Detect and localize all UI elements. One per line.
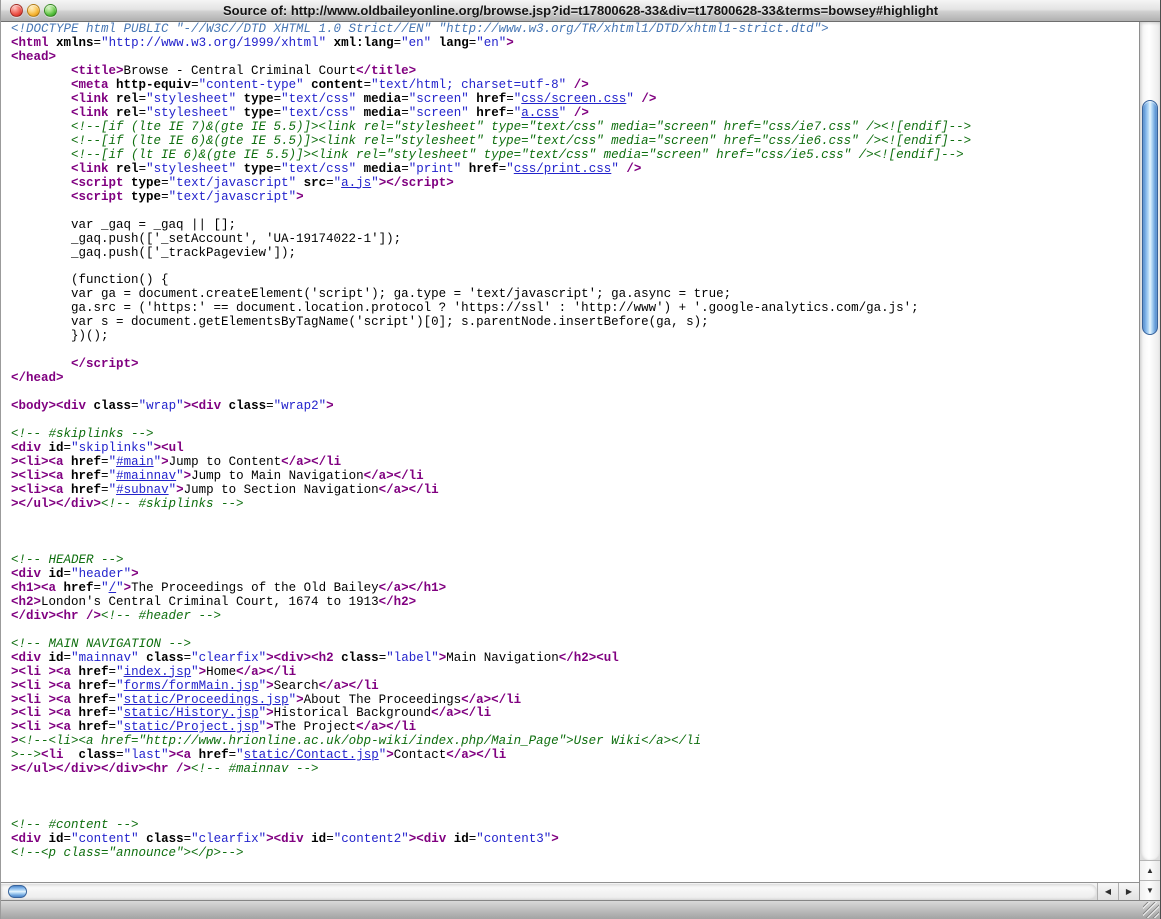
source-line: <link rel="stylesheet" type="text/css" m…: [11, 93, 1139, 107]
source-line: (function() {: [11, 274, 1139, 288]
arrow-down-icon: ▼: [1146, 886, 1154, 895]
source-line: [11, 205, 1139, 219]
source-line: ></ul></div><!-- #skiplinks -->: [11, 498, 1139, 512]
source-line: var s = document.getElementsByTagName('s…: [11, 316, 1139, 330]
close-button[interactable]: [10, 4, 23, 17]
source-line: var _gaq = _gaq || [];: [11, 219, 1139, 233]
source-line: })();: [11, 330, 1139, 344]
horizontal-scrollbar-track[interactable]: [1, 884, 1097, 899]
source-line: [11, 777, 1139, 791]
source-line: </head>: [11, 372, 1139, 386]
source-line: <script type="text/javascript">: [11, 191, 1139, 205]
source-line: <title>Browse - Central Criminal Court</…: [11, 65, 1139, 79]
minimize-button[interactable]: [27, 4, 40, 17]
source-line: [11, 791, 1139, 805]
source-line: <!--[if (lte IE 6)&(gte IE 5.5)]><link r…: [11, 135, 1139, 149]
scroll-left-button[interactable]: ◀: [1097, 883, 1118, 900]
source-line: <h1><a href="/">The Proceedings of the O…: [11, 582, 1139, 596]
source-line: <!DOCTYPE html PUBLIC "-//W3C//DTD XHTML…: [11, 23, 1139, 37]
source-line: <div id="skiplinks"><ul: [11, 442, 1139, 456]
source-line: _gaq.push(['_setAccount', 'UA-19174022-1…: [11, 233, 1139, 247]
scroll-right-button[interactable]: ▶: [1118, 883, 1139, 900]
source-line: [11, 805, 1139, 819]
source-line: <!--[if (lte IE 7)&(gte IE 5.5)]><link r…: [11, 121, 1139, 135]
source-link[interactable]: #subnav: [116, 483, 169, 497]
source-line: [11, 344, 1139, 358]
source-line: <link rel="stylesheet" type="text/css" m…: [11, 163, 1139, 177]
source-link[interactable]: css/screen.css: [521, 92, 626, 106]
source-line: <!--<p class="announce"></p>-->: [11, 847, 1139, 861]
arrow-left-icon: ◀: [1105, 887, 1111, 896]
source-line: </div><hr /><!-- #header -->: [11, 610, 1139, 624]
source-line: [11, 386, 1139, 400]
horizontal-scrollbar-thumb[interactable]: [8, 885, 27, 898]
source-line: [11, 512, 1139, 526]
source-line: ><li><a href="#mainnav">Jump to Main Nav…: [11, 470, 1139, 484]
vertical-scrollbar: ▲ ▼: [1139, 22, 1160, 900]
source-line: <!-- #content -->: [11, 819, 1139, 833]
source-line: ><li ><a href="forms/formMain.jsp">Searc…: [11, 680, 1139, 694]
scroll-up-button[interactable]: ▲: [1140, 860, 1160, 880]
source-line: <html xmlns="http://www.w3.org/1999/xhtm…: [11, 37, 1139, 51]
source-line: var ga = document.createElement('script'…: [11, 288, 1139, 302]
arrow-right-icon: ▶: [1126, 887, 1132, 896]
window-controls: [10, 4, 57, 17]
horizontal-scrollbar: ◀ ▶: [1, 882, 1139, 900]
source-line: [11, 624, 1139, 638]
source-line: <!--[if (lt IE 6)&(gte IE 5.5)]><link re…: [11, 149, 1139, 163]
window-title: Source of: http://www.oldbaileyonline.or…: [1, 3, 1160, 18]
source-line: [11, 414, 1139, 428]
source-line: </script>: [11, 358, 1139, 372]
source-link[interactable]: #main: [116, 455, 154, 469]
source-line: ></ul></div></div><hr /><!-- #mainnav --…: [11, 763, 1139, 777]
source-line: _gaq.push(['_trackPageview']);: [11, 247, 1139, 261]
source-line: [11, 260, 1139, 274]
source-link[interactable]: a.css: [521, 106, 559, 120]
source-line: <meta http-equiv="content-type" content=…: [11, 79, 1139, 93]
scroll-down-button[interactable]: ▼: [1140, 880, 1160, 900]
source-line: <head>: [11, 51, 1139, 65]
source-line: <div id="content" class="clearfix"><div …: [11, 833, 1139, 847]
source-line: [11, 540, 1139, 554]
source-link[interactable]: static/Contact.jsp: [244, 748, 379, 762]
vertical-scrollbar-thumb[interactable]: [1142, 100, 1158, 335]
source-link[interactable]: static/History.jsp: [124, 706, 259, 720]
source-link[interactable]: forms/formMain.jsp: [124, 679, 259, 693]
source-line: <!-- #skiplinks -->: [11, 428, 1139, 442]
source-code: <!DOCTYPE html PUBLIC "-//W3C//DTD XHTML…: [1, 22, 1139, 882]
source-line: <div id="mainnav" class="clearfix"><div>…: [11, 652, 1139, 666]
source-line: <!-- MAIN NAVIGATION -->: [11, 638, 1139, 652]
source-link[interactable]: a.js: [341, 176, 371, 190]
source-line: [11, 526, 1139, 540]
source-line: ><li ><a href="static/Project.jsp">The P…: [11, 721, 1139, 735]
source-line: ><li><a href="#main">Jump to Content</a>…: [11, 456, 1139, 470]
source-link[interactable]: index.jsp: [124, 665, 192, 679]
source-link[interactable]: #mainnav: [116, 469, 176, 483]
status-bar: [1, 900, 1160, 919]
source-link[interactable]: /: [109, 581, 117, 595]
view-source-window: Source of: http://www.oldbaileyonline.or…: [0, 0, 1161, 919]
arrow-up-icon: ▲: [1146, 866, 1154, 875]
source-line: <h2>London's Central Criminal Court, 167…: [11, 596, 1139, 610]
source-line: ><li ><a href="static/History.jsp">Histo…: [11, 707, 1139, 721]
source-line: ><!--<li><a href="http://www.hrionline.a…: [11, 735, 1139, 749]
zoom-button[interactable]: [44, 4, 57, 17]
resize-grip-icon[interactable]: [1143, 902, 1159, 918]
source-line: <body><div class="wrap"><div class="wrap…: [11, 400, 1139, 414]
vertical-scrollbar-track[interactable]: [1140, 22, 1160, 860]
source-line: >--><li class="last"><a href="static/Con…: [11, 749, 1139, 763]
source-line: <script type="text/javascript" src="a.js…: [11, 177, 1139, 191]
source-link[interactable]: static/Proceedings.jsp: [124, 693, 289, 707]
source-line: <!-- HEADER -->: [11, 554, 1139, 568]
source-line: <div id="header">: [11, 568, 1139, 582]
source-link[interactable]: css/print.css: [514, 162, 612, 176]
source-line: ><li ><a href="static/Proceedings.jsp">A…: [11, 694, 1139, 708]
title-bar[interactable]: Source of: http://www.oldbaileyonline.or…: [1, 0, 1160, 22]
source-line: ><li><a href="#subnav">Jump to Section N…: [11, 484, 1139, 498]
source-line: <link rel="stylesheet" type="text/css" m…: [11, 107, 1139, 121]
source-line: ga.src = ('https:' == document.location.…: [11, 302, 1139, 316]
source-line: ><li ><a href="index.jsp">Home</a></li: [11, 666, 1139, 680]
source-link[interactable]: static/Project.jsp: [124, 720, 259, 734]
